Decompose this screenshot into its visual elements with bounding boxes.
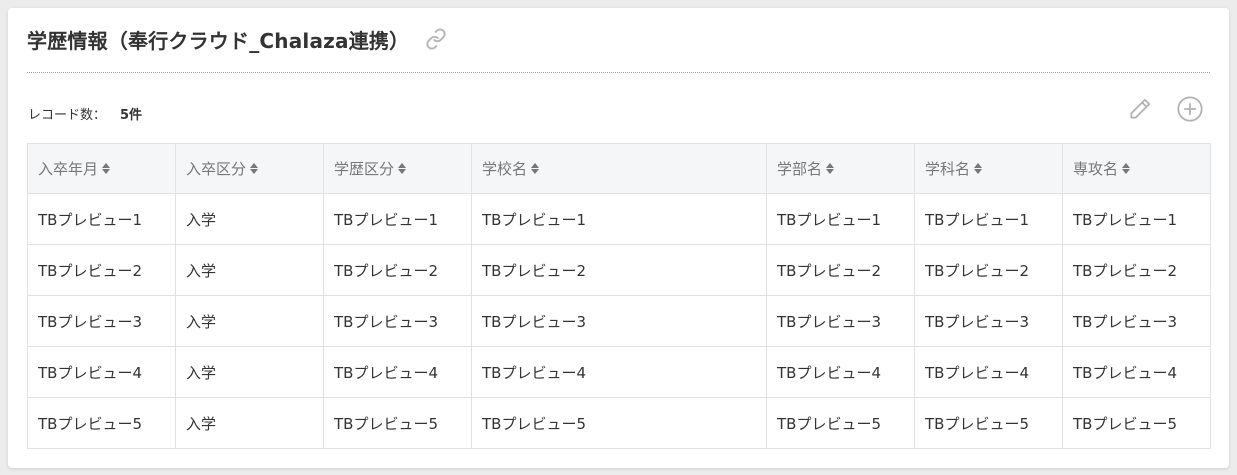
table-cell: TBプレビュー1 [471,193,767,245]
table-cell: TBプレビュー5 [914,397,1063,449]
table-cell: TBプレビュー5 [766,397,915,449]
table-cell: TBプレビュー3 [1062,295,1211,347]
section-divider [27,72,1210,73]
sort-icon[interactable] [250,163,259,174]
table-cell: TBプレビュー1 [323,193,472,245]
table-row[interactable]: TBプレビュー3 入学 TBプレビュー3 TBプレビュー3 TBプレビュー3 T… [27,295,1211,347]
table-cell: TBプレビュー2 [1062,244,1211,296]
table-cell: TBプレビュー4 [323,346,472,398]
table-cell: TBプレビュー2 [323,244,472,296]
table-cell: TBプレビュー3 [766,295,915,347]
table-cell: TBプレビュー5 [1062,397,1211,449]
table-cell: TBプレビュー1 [914,193,1063,245]
column-header-entry-type[interactable]: 入卒区分 [175,143,324,194]
section-title: 学歴情報（奉行クラウド_Chalaza連携） [27,28,410,53]
table-cell: TBプレビュー4 [471,346,767,398]
table-cell: TBプレビュー5 [471,397,767,449]
column-header-education-type[interactable]: 学歴区分 [323,143,472,194]
sort-icon[interactable] [531,163,540,174]
table-row[interactable]: TBプレビュー5 入学 TBプレビュー5 TBプレビュー5 TBプレビュー5 T… [27,397,1211,449]
column-header-major[interactable]: 専攻名 [1062,143,1211,194]
table-cell: TBプレビュー4 [1062,346,1211,398]
table-cell: TBプレビュー1 [766,193,915,245]
record-count-value: 5件 [120,108,143,123]
table-cell: TBプレビュー1 [27,193,176,245]
table-cell: TBプレビュー2 [766,244,915,296]
edit-button[interactable] [1125,94,1155,124]
table-cell: TBプレビュー5 [27,397,176,449]
table-cell: TBプレビュー2 [471,244,767,296]
table-cell: 入学 [175,193,324,245]
plus-circle-icon [1177,96,1203,122]
sort-icon[interactable] [398,163,407,174]
table-row[interactable]: TBプレビュー2 入学 TBプレビュー2 TBプレビュー2 TBプレビュー2 T… [27,244,1211,296]
table-cell: TBプレビュー4 [766,346,915,398]
table-cell: TBプレビュー3 [323,295,472,347]
table-cell: 入学 [175,295,324,347]
table-cell: 入学 [175,346,324,398]
table-cell: TBプレビュー1 [1062,193,1211,245]
table-cell: TBプレビュー3 [471,295,767,347]
record-count-row: レコード数： 5件 [28,104,142,123]
sort-icon[interactable] [1122,163,1131,174]
table-cell: TBプレビュー4 [27,346,176,398]
education-table: 入卒年月 入卒区分 学歴区分 学校名 学部名 学科名 専攻名 TBプレビュー1 … [27,143,1211,449]
section-header: 学歴情報（奉行クラウド_Chalaza連携） [27,22,447,56]
pencil-icon [1130,98,1151,119]
link-icon[interactable] [425,28,447,50]
column-header-faculty[interactable]: 学部名 [766,143,915,194]
table-row[interactable]: TBプレビュー4 入学 TBプレビュー4 TBプレビュー4 TBプレビュー4 T… [27,346,1211,398]
table-cell: TBプレビュー2 [27,244,176,296]
add-button[interactable] [1175,94,1205,124]
table-cell: TBプレビュー4 [914,346,1063,398]
column-header-entry-date[interactable]: 入卒年月 [27,143,176,194]
table-cell: TBプレビュー3 [914,295,1063,347]
table-cell: 入学 [175,397,324,449]
table-cell: 入学 [175,244,324,296]
column-header-school-name[interactable]: 学校名 [471,143,767,194]
sort-icon[interactable] [102,163,111,174]
table-row[interactable]: TBプレビュー1 入学 TBプレビュー1 TBプレビュー1 TBプレビュー1 T… [27,193,1211,245]
table-header-row: 入卒年月 入卒区分 学歴区分 学校名 学部名 学科名 専攻名 [27,143,1211,194]
table-cell: TBプレビュー3 [27,295,176,347]
record-count-label: レコード数： [28,108,107,123]
education-card: 学歴情報（奉行クラウド_Chalaza連携） レコード数： 5件 入卒年月 入卒… [8,8,1229,468]
column-header-department[interactable]: 学科名 [914,143,1063,194]
table-cell: TBプレビュー5 [323,397,472,449]
table-cell: TBプレビュー2 [914,244,1063,296]
table-actions [1105,94,1205,124]
sort-icon[interactable] [974,163,983,174]
sort-icon[interactable] [826,163,835,174]
